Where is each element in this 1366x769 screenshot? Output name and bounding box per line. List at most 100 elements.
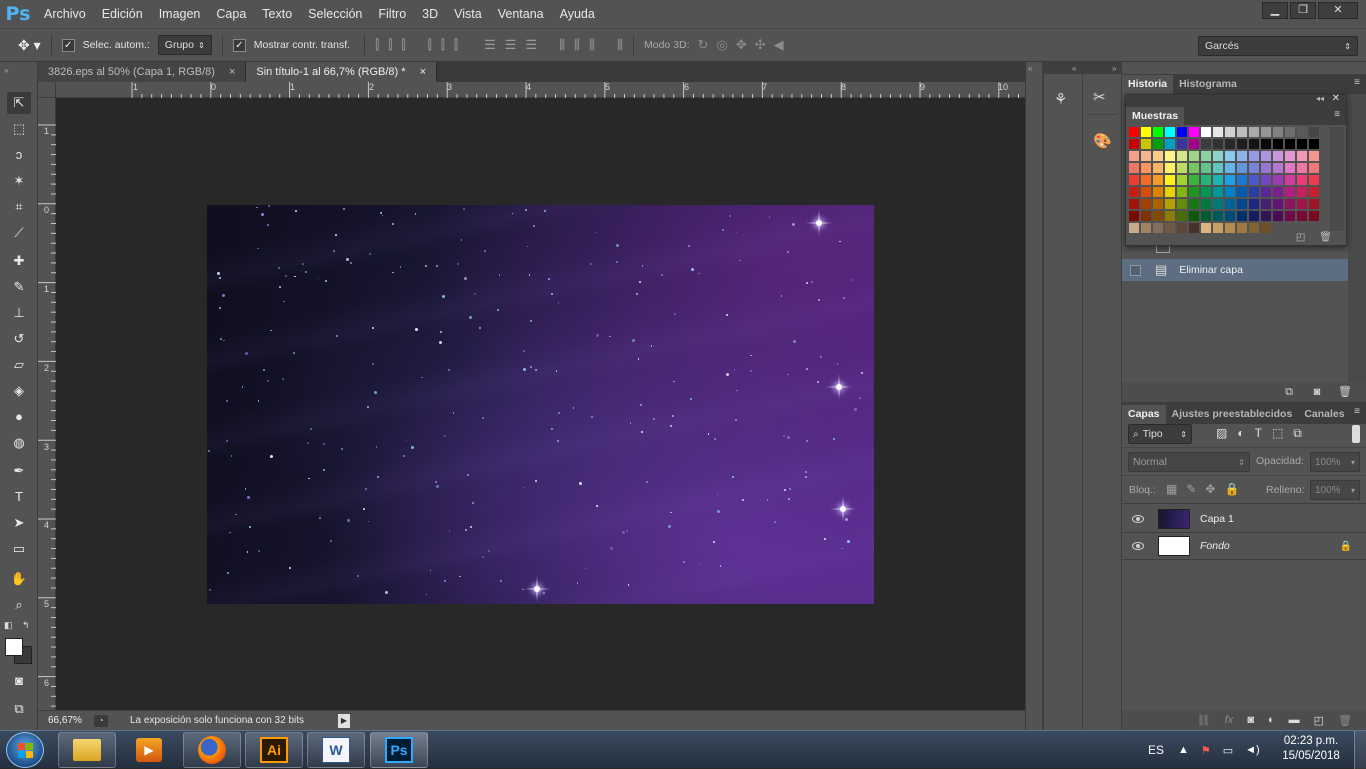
color-swatch[interactable] xyxy=(1129,187,1140,198)
close-icon[interactable]: ✕ xyxy=(1332,93,1340,104)
color-swatch[interactable] xyxy=(1129,127,1140,138)
tab-capas[interactable]: Capas xyxy=(1122,405,1166,424)
layer-name[interactable]: Capa 1 xyxy=(1200,513,1234,525)
distribute-bottom-icon[interactable]: ☰ xyxy=(525,37,537,53)
color-swatch[interactable] xyxy=(1165,187,1176,198)
distribute-left-icon[interactable]: ⫼ xyxy=(559,37,565,53)
auto-select-checkbox[interactable]: ✓ xyxy=(61,38,75,52)
path-selection-tool-icon[interactable]: ➤ xyxy=(7,512,31,534)
color-swatch[interactable] xyxy=(1273,187,1284,198)
layer-row-fondo[interactable]: Fondo 🔒 xyxy=(1122,533,1366,560)
menu-capa[interactable]: Capa xyxy=(208,0,254,28)
clone-stamp-tool-icon[interactable]: ⊥ xyxy=(7,302,31,324)
color-swatch[interactable] xyxy=(1189,163,1200,174)
color-swatch[interactable] xyxy=(1141,211,1152,222)
status-info-icon[interactable]: ◔ xyxy=(94,714,108,727)
tab-sin-titulo-1[interactable]: Sin título-1 al 66,7% (RGB/8) * × xyxy=(246,62,437,82)
color-swatch[interactable] xyxy=(1189,199,1200,210)
color-swatch[interactable] xyxy=(1285,211,1296,222)
color-swatch[interactable] xyxy=(1297,199,1308,210)
align-bottom-icon[interactable]: ⫿ xyxy=(401,37,405,53)
tool-presets-icon[interactable]: ⚘ xyxy=(1054,90,1067,108)
action-center-icon[interactable]: ⚑ xyxy=(1201,744,1211,757)
color-swatch[interactable] xyxy=(1261,175,1272,186)
3d-pan-icon[interactable]: ✥ xyxy=(736,37,747,53)
paint-bucket-tool-icon[interactable]: ◈ xyxy=(7,380,31,402)
trash-icon[interactable]: 🗑 xyxy=(1338,714,1352,727)
color-swatch[interactable] xyxy=(1177,211,1188,222)
color-swatch[interactable] xyxy=(1177,151,1188,162)
color-swatch[interactable] xyxy=(1165,199,1176,210)
auto-select-dropdown[interactable]: Grupo ⇕ xyxy=(157,35,212,55)
color-swatch[interactable] xyxy=(1189,151,1200,162)
show-transform-checkbox[interactable]: ✓ xyxy=(232,38,246,52)
color-swatch[interactable] xyxy=(1201,163,1212,174)
color-swatch[interactable] xyxy=(1177,199,1188,210)
color-swatch[interactable] xyxy=(1213,163,1224,174)
color-swatch[interactable] xyxy=(1129,151,1140,162)
color-swatch[interactable] xyxy=(1213,187,1224,198)
workspace-dropdown[interactable]: Garcés ⇕ xyxy=(1198,36,1358,56)
color-swatch[interactable] xyxy=(1213,139,1224,150)
eyedropper-tool-icon[interactable]: ⟋ xyxy=(7,222,31,244)
menu-ventana[interactable]: Ventana xyxy=(490,0,552,28)
color-swatch[interactable] xyxy=(1165,175,1176,186)
color-swatch[interactable] xyxy=(1237,187,1248,198)
color-swatch[interactable] xyxy=(1153,163,1164,174)
distribute-vcenter-icon[interactable]: ☰ xyxy=(505,37,517,53)
move-tool-icon[interactable]: ⇱ xyxy=(7,92,31,114)
layer-style-icon[interactable]: fx xyxy=(1225,714,1234,726)
zoom-level[interactable]: 66,67% xyxy=(38,715,88,726)
taskbar-media-player[interactable]: ▶ xyxy=(120,732,178,768)
color-swatch[interactable] xyxy=(1249,187,1260,198)
type-tool-icon[interactable]: T xyxy=(7,486,31,508)
color-swatch[interactable] xyxy=(1141,187,1152,198)
color-swatch[interactable] xyxy=(1165,163,1176,174)
panel-menu-icon[interactable]: ≡ xyxy=(1334,109,1340,120)
color-swatch[interactable] xyxy=(1201,139,1212,150)
color-swatch[interactable] xyxy=(1213,127,1224,138)
color-swatch[interactable] xyxy=(1309,175,1320,186)
windows-start-button[interactable] xyxy=(6,732,44,768)
fill-input[interactable]: 100% ▾ xyxy=(1310,480,1360,500)
tab-canales[interactable]: Canales xyxy=(1298,405,1350,424)
color-swatch[interactable] xyxy=(1153,199,1164,210)
quick-mask-icon[interactable]: ◙ xyxy=(7,670,31,692)
color-swatch[interactable] xyxy=(1249,163,1260,174)
color-swatch[interactable] xyxy=(1237,151,1248,162)
color-swatch[interactable] xyxy=(1261,211,1272,222)
layer-row-capa-1[interactable]: Capa 1 xyxy=(1122,506,1366,533)
color-swatch[interactable] xyxy=(1165,151,1176,162)
close-icon[interactable]: × xyxy=(229,62,235,82)
menu-seleccion[interactable]: Selección xyxy=(300,0,370,28)
color-swatch[interactable] xyxy=(1213,211,1224,222)
distribute-right-icon[interactable]: ⫼ xyxy=(589,37,595,53)
rectangle-tool-icon[interactable]: ▭ xyxy=(7,538,31,560)
taskbar-firefox[interactable] xyxy=(183,732,241,768)
tab-ajustes[interactable]: Ajustes preestablecidos xyxy=(1166,405,1299,424)
color-swatch[interactable] xyxy=(1237,163,1248,174)
swap-colors-icon[interactable]: ↰ xyxy=(22,620,30,631)
color-swatch[interactable] xyxy=(1309,127,1320,138)
restore-button[interactable]: ❐ xyxy=(1290,2,1316,19)
ruler-origin[interactable] xyxy=(38,82,56,98)
color-swatch[interactable] xyxy=(1189,175,1200,186)
color-swatch[interactable] xyxy=(1309,139,1320,150)
color-swatch[interactable] xyxy=(1141,139,1152,150)
align-left-icon[interactable]: ⫿ xyxy=(428,37,432,53)
color-swatch[interactable] xyxy=(1165,211,1176,222)
foreground-color-swatch[interactable] xyxy=(5,638,23,656)
lock-transparency-icon[interactable]: ▦ xyxy=(1166,482,1177,496)
color-swatch[interactable] xyxy=(1273,151,1284,162)
document-canvas-space-image[interactable] xyxy=(207,205,874,604)
lock-position-icon[interactable]: ✥ xyxy=(1205,482,1215,496)
auto-align-icon[interactable]: ⫼ xyxy=(617,37,623,53)
hand-tool-icon[interactable]: ✋ xyxy=(7,568,31,590)
color-swatch[interactable] xyxy=(1285,199,1296,210)
color-swatch[interactable] xyxy=(1153,127,1164,138)
color-swatch[interactable] xyxy=(1201,199,1212,210)
network-icon[interactable]: ▭ xyxy=(1223,744,1233,757)
color-swatch[interactable] xyxy=(1153,175,1164,186)
vertical-ruler[interactable]: 1 0 1 2 3 4 5 6 xyxy=(38,98,56,710)
color-swatch[interactable] xyxy=(1177,175,1188,186)
